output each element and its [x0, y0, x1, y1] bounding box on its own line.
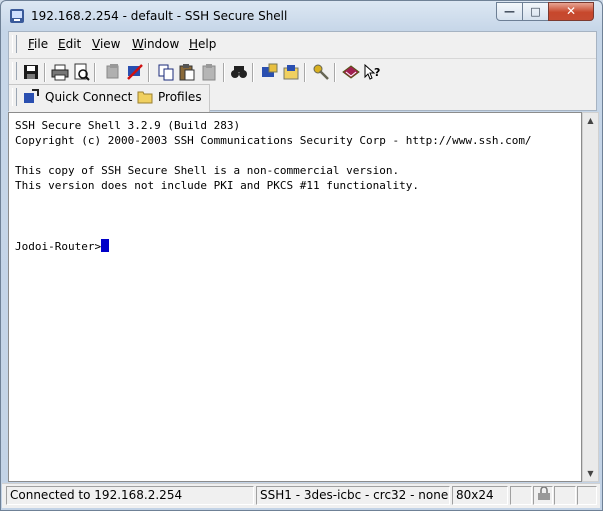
minimize-icon: — — [504, 5, 515, 18]
disabled-copy-icon[interactable] — [104, 63, 122, 81]
scroll-up-icon[interactable]: ▲ — [583, 113, 598, 128]
terminal-prompt-line: Jodoi-Router> — [15, 239, 110, 253]
help-book-icon[interactable] — [342, 63, 360, 81]
cipher-status: SSH1 - 3des-icbc - crc32 - none — [256, 486, 450, 505]
status-blank-cell — [554, 486, 576, 505]
svg-text:?: ? — [374, 66, 380, 79]
menu-window[interactable]: Window — [132, 37, 179, 51]
toolbar-separator — [148, 63, 150, 82]
save-icon[interactable] — [22, 63, 40, 81]
toolbar-separator — [252, 63, 254, 82]
quick-connect-bar: Quick Connect Profiles — [9, 84, 210, 112]
connection-status: Connected to 192.168.2.254 — [6, 486, 254, 505]
terminal-line: SSH Secure Shell 3.2.9 (Build 283) — [15, 119, 241, 132]
menu-bar: File Edit View Window Help — [9, 32, 596, 57]
toolbar-grip[interactable] — [12, 62, 17, 80]
toolbar-separator — [44, 63, 46, 82]
print-icon[interactable] — [51, 63, 69, 81]
toolbar-separator — [94, 63, 96, 82]
minimize-button[interactable]: — — [496, 2, 523, 21]
toolbar-separator — [223, 63, 225, 82]
terminal-size-status: 80x24 — [452, 486, 508, 505]
close-button[interactable]: ✕ — [548, 2, 594, 21]
settings-icon[interactable] — [260, 63, 278, 81]
profiles-label: Profiles — [158, 90, 202, 104]
vertical-scrollbar[interactable]: ▲ ▼ — [582, 112, 599, 482]
status-bar: Connected to 192.168.2.254 SSH1 - 3des-i… — [2, 483, 600, 508]
maximize-button[interactable]: □ — [522, 2, 549, 21]
find-icon[interactable] — [230, 63, 248, 81]
paste-icon[interactable] — [178, 63, 196, 81]
menu-edit[interactable]: Edit — [58, 37, 81, 51]
print-preview-icon[interactable] — [72, 63, 90, 81]
menu-file[interactable]: File — [28, 37, 48, 51]
terminal-prompt: Jodoi-Router> — [15, 240, 102, 253]
terminal-line: This copy of SSH Secure Shell is a non-c… — [15, 164, 400, 177]
terminal-area[interactable]: SSH Secure Shell 3.2.9 (Build 283) Copyr… — [8, 112, 582, 482]
toolbar-separator — [334, 63, 336, 82]
context-help-icon[interactable]: ? — [363, 63, 381, 81]
terminal-line: Copyright (c) 2000-2003 SSH Communicatio… — [15, 134, 532, 147]
quick-connect-label: Quick Connect — [45, 90, 133, 104]
paste-disabled-icon[interactable] — [200, 63, 218, 81]
new-file-transfer-icon[interactable] — [282, 63, 300, 81]
disconnect-icon[interactable] — [126, 63, 144, 81]
terminal-line: This version does not include PKI and PK… — [15, 179, 419, 192]
status-blank-cell — [510, 486, 532, 505]
menu-view[interactable]: View — [92, 37, 120, 51]
folder-icon — [137, 90, 153, 104]
toolbar: ? — [9, 58, 596, 85]
ssh-app-icon — [9, 8, 25, 24]
quick-connect-icon — [23, 89, 39, 105]
close-icon: ✕ — [565, 4, 577, 18]
resize-grip-icon[interactable] — [577, 486, 597, 505]
text-cursor — [101, 239, 110, 252]
quickbar-grip[interactable] — [12, 88, 17, 106]
toolbar-separator — [304, 63, 306, 82]
copy-icon[interactable] — [157, 63, 175, 81]
key-icon[interactable] — [312, 63, 330, 81]
window-title: 192.168.2.254 - default - SSH Secure She… — [31, 9, 288, 23]
scroll-down-icon[interactable]: ▼ — [583, 466, 598, 481]
maximize-icon: □ — [530, 5, 541, 18]
app-window: 192.168.2.254 - default - SSH Secure She… — [0, 0, 603, 511]
title-bar[interactable]: 192.168.2.254 - default - SSH Secure She… — [1, 1, 602, 31]
command-area: File Edit View Window Help ? Quick Conne… — [8, 31, 597, 112]
menubar-grip[interactable] — [12, 35, 17, 53]
encryption-status-icon — [533, 486, 553, 505]
menu-help[interactable]: Help — [189, 37, 216, 51]
